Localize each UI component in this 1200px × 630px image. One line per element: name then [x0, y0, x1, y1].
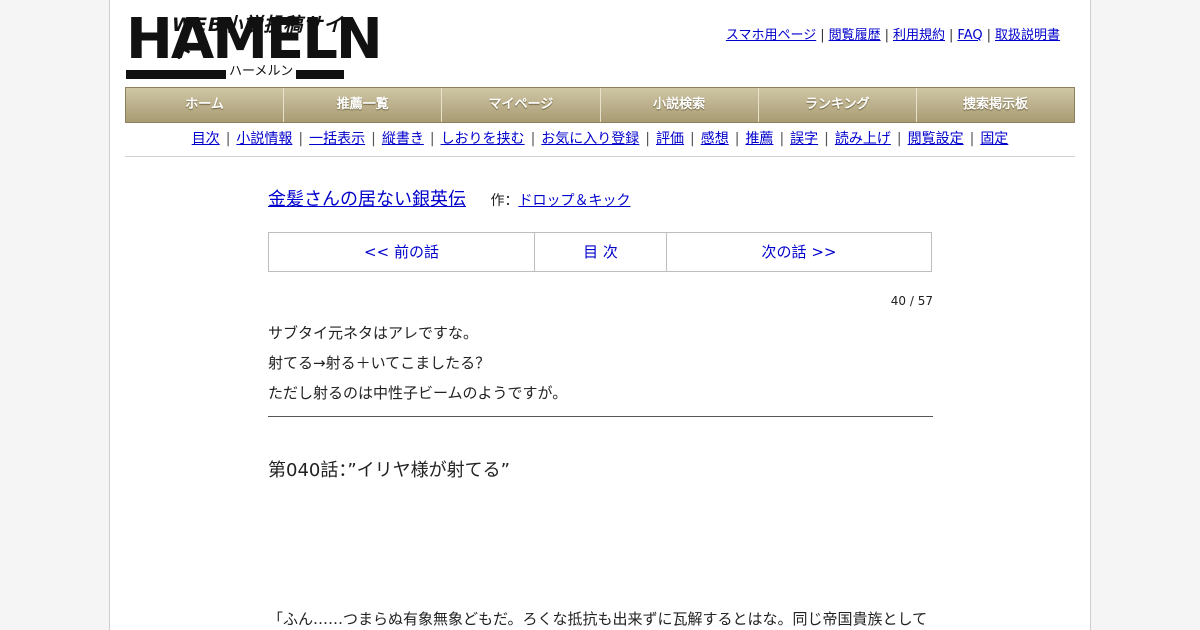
- separator: |: [896, 131, 902, 147]
- link-history[interactable]: 閲覧履歴: [829, 28, 881, 43]
- subnav-all[interactable]: 一括表示: [309, 131, 365, 147]
- toc-link[interactable]: 目 次: [583, 243, 618, 261]
- toc-cell: 目 次: [535, 233, 667, 271]
- preface: サブタイ元ネタはアレですな。 射てる→射る＋いてこましたる？ ただし射るのは中性…: [268, 318, 933, 417]
- subnav-recommend[interactable]: 推薦: [745, 131, 773, 147]
- separator: |: [225, 131, 231, 147]
- nav-mypage[interactable]: マイページ: [442, 88, 601, 122]
- subnav-vertical[interactable]: 縦書き: [382, 131, 424, 147]
- separator: |: [429, 131, 435, 147]
- separator: |: [645, 131, 650, 147]
- separator: |: [969, 131, 975, 147]
- subnav-review[interactable]: 感想: [701, 131, 729, 147]
- subnav-bookmark[interactable]: しおりを挟む: [441, 131, 525, 147]
- nav-recommend-list[interactable]: 推薦一覧: [284, 88, 443, 122]
- separator: |: [884, 28, 889, 43]
- logo-kana: ハーメルン: [226, 64, 297, 80]
- subnav-view-settings[interactable]: 閲覧設定: [908, 131, 964, 147]
- novel-header: 金髪さんの居ない銀英伝 作：ドロップ＆キック: [268, 185, 630, 211]
- link-smartphone[interactable]: スマホ用ページ: [726, 28, 816, 43]
- page-frame: HAMELN WEB小説投稿サイト ハーメルン スマホ用ページ | 閲覧履歴 | 利用規…: [109, 0, 1091, 630]
- separator: |: [298, 131, 304, 147]
- next-cell: 次の話 >>: [667, 233, 931, 271]
- next-chapter-link[interactable]: 次の話 >>: [762, 243, 837, 261]
- separator: |: [690, 131, 695, 147]
- subnav-rate[interactable]: 評価: [656, 131, 684, 147]
- link-manual[interactable]: 取扱説明書: [995, 28, 1060, 43]
- chapter-title: 第040話：”イリヤ様が射てる”: [268, 460, 511, 481]
- top-links: スマホ用ページ | 閲覧履歴 | 利用規約 | FAQ | 取扱説明書: [724, 24, 1062, 43]
- separator: |: [949, 28, 954, 43]
- author-link[interactable]: ドロップ＆キック: [518, 193, 630, 209]
- sub-nav: 目次 | 小説情報 | 一括表示 | 縦書き | しおりを挟む | お気に入り登録 | 評価 | 感想 | 推薦…: [125, 122, 1075, 157]
- separator: |: [779, 131, 785, 147]
- author-prefix: 作：: [490, 193, 519, 209]
- site-logo[interactable]: HAMELN WEB小説投稿サイト ハーメルン: [126, 10, 383, 82]
- separator: |: [371, 131, 376, 147]
- nav-ranking[interactable]: ランキング: [759, 88, 917, 122]
- preface-line: サブタイ元ネタはアレですな。: [268, 324, 479, 342]
- nav-novel-search[interactable]: 小説検索: [601, 88, 759, 122]
- separator: |: [734, 131, 740, 147]
- novel-title-link[interactable]: 金髪さんの居ない銀英伝: [268, 189, 466, 210]
- separator: |: [530, 131, 536, 147]
- nav-search-board[interactable]: 捜索掲示板: [917, 88, 1074, 122]
- page-count: 40 / 57: [890, 294, 933, 308]
- logo-tagline: WEB小説投稿サイト: [172, 14, 344, 63]
- subnav-toc[interactable]: 目次: [192, 131, 220, 147]
- main-nav: ホーム 推薦一覧 マイページ 小説検索 ランキング 捜索掲示板: [125, 87, 1075, 123]
- prev-cell: << 前の話: [269, 233, 535, 271]
- link-terms[interactable]: 利用規約: [893, 28, 945, 43]
- subnav-typo[interactable]: 誤字: [790, 131, 818, 147]
- body-text: 「ふん……つまらぬ有象無象どもだ。ろくな抵抗も出来ずに瓦解するとはな。同じ帝国貴…: [268, 610, 928, 628]
- chapter-nav: << 前の話 目 次 次の話 >>: [268, 232, 932, 272]
- separator: |: [820, 28, 825, 43]
- separator: |: [824, 131, 829, 147]
- separator: |: [986, 28, 991, 43]
- link-faq[interactable]: FAQ: [957, 28, 982, 43]
- preface-line: ただし射るのは中性子ビームのようですが。: [268, 384, 568, 402]
- subnav-pin[interactable]: 固定: [980, 131, 1008, 147]
- subnav-info[interactable]: 小説情報: [236, 131, 292, 147]
- prev-chapter-link[interactable]: << 前の話: [364, 243, 439, 261]
- nav-home[interactable]: ホーム: [126, 88, 285, 122]
- subnav-favorite[interactable]: お気に入り登録: [541, 131, 639, 147]
- preface-line: 射てる→射る＋いてこましたる？: [268, 354, 491, 372]
- subnav-read-aloud[interactable]: 読み上げ: [835, 131, 891, 147]
